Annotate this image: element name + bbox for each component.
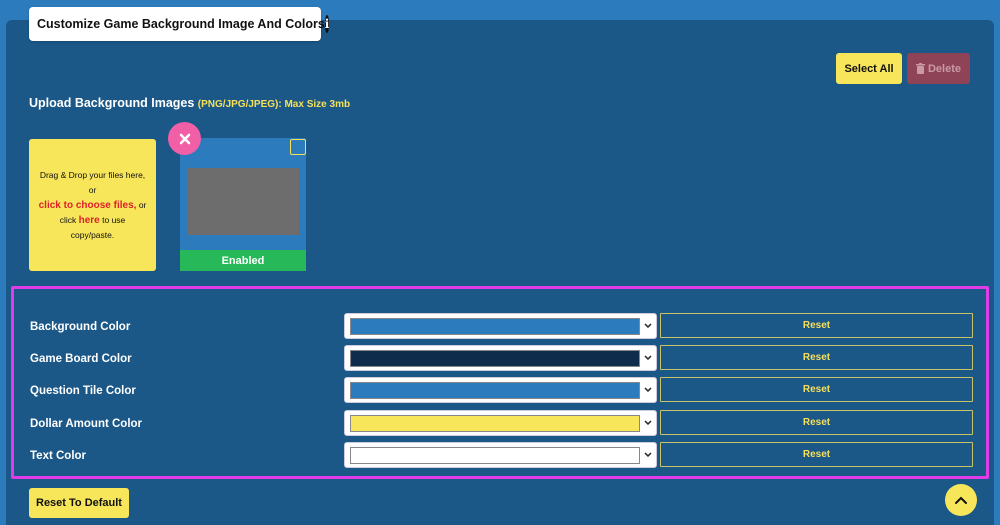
text-color-select[interactable] — [344, 442, 657, 468]
reset-dollar-amount-color-button[interactable]: Reset — [660, 410, 973, 435]
chevron-up-icon — [955, 496, 967, 504]
image-select-checkbox[interactable] — [290, 139, 306, 155]
upload-heading-text: Upload Background Images — [29, 96, 195, 110]
reset-text-color-button[interactable]: Reset — [660, 442, 973, 467]
upload-hint: (PNG/JPG/JPEG): Max Size 3mb — [197, 99, 351, 110]
delete-label: Delete — [927, 62, 962, 75]
trash-icon — [915, 63, 925, 74]
dropzone-line5: copy/paste. — [70, 229, 115, 240]
color-swatch — [350, 350, 640, 367]
image-thumbnail-card[interactable]: Enabled — [180, 138, 306, 271]
color-label: Dollar Amount Color — [30, 418, 143, 430]
reset-to-default-button[interactable]: Reset To Default — [29, 488, 129, 518]
chevron-down-icon — [644, 452, 652, 458]
chevron-down-icon — [644, 323, 652, 329]
color-label: Game Board Color — [30, 353, 132, 365]
color-swatch — [350, 447, 640, 464]
color-row-background: Background Color Reset — [14, 313, 986, 341]
scroll-to-top-button[interactable] — [945, 484, 977, 516]
color-row-game-board: Game Board Color Reset — [14, 345, 986, 373]
background-color-select[interactable] — [344, 313, 657, 339]
section-title-tab: Customize Game Background Image And Colo… — [29, 7, 330, 41]
dropzone-click-text: click — [59, 214, 77, 225]
remove-image-button[interactable] — [168, 122, 201, 155]
page-title: Customize Game Background Image And Colo… — [37, 17, 325, 31]
color-row-dollar-amount: Dollar Amount Color Reset — [14, 410, 986, 438]
color-swatch — [350, 382, 640, 399]
paste-here-link[interactable]: here — [79, 215, 100, 226]
reset-game-board-color-button[interactable]: Reset — [660, 345, 973, 370]
choose-files-link[interactable]: click to choose files, — [39, 200, 137, 211]
dropzone-to-use-text: to use — [102, 214, 126, 225]
color-swatch — [350, 415, 640, 432]
chevron-down-icon — [644, 387, 652, 393]
chevron-down-icon — [644, 355, 652, 361]
color-settings-box: Background Color Reset Game Board Color … — [11, 286, 989, 479]
dollar-amount-color-select[interactable] — [344, 410, 657, 436]
dropzone-line1: Drag & Drop your files here, — [39, 169, 146, 180]
color-label: Text Color — [30, 450, 87, 462]
game-board-color-select[interactable] — [344, 345, 657, 371]
upload-heading: Upload Background Images (PNG/JPG/JPEG):… — [29, 96, 350, 110]
reset-question-tile-color-button[interactable]: Reset — [660, 377, 973, 402]
chevron-down-icon — [644, 420, 652, 426]
dropzone-line2: or — [88, 184, 97, 195]
color-swatch — [350, 318, 640, 335]
color-row-text: Text Color Reset — [14, 442, 986, 470]
close-icon — [179, 133, 190, 144]
file-dropzone[interactable]: Drag & Drop your files here, or click to… — [29, 139, 156, 271]
dropzone-line3: or — [138, 199, 147, 210]
question-tile-color-select[interactable] — [344, 377, 657, 403]
select-all-button[interactable]: Select All — [836, 53, 902, 84]
color-label: Question Tile Color — [30, 385, 136, 397]
color-label: Background Color — [30, 321, 131, 333]
info-icon[interactable]: i — [324, 15, 330, 33]
color-row-question-tile: Question Tile Color Reset — [14, 377, 986, 405]
delete-button[interactable]: Delete — [907, 53, 970, 84]
image-preview — [188, 168, 299, 235]
reset-background-color-button[interactable]: Reset — [660, 313, 973, 338]
image-status-badge: Enabled — [180, 250, 306, 271]
